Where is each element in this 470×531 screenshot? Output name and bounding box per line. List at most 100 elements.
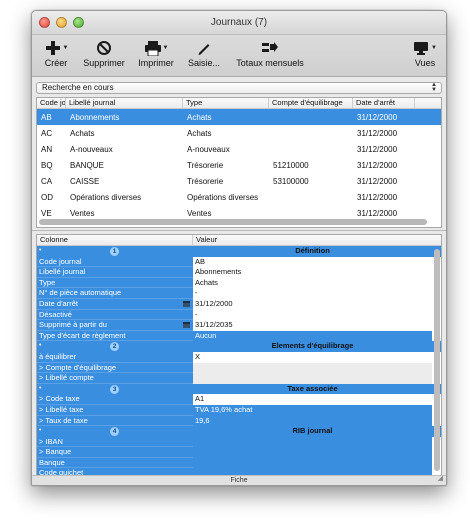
field-value[interactable]: Aucun bbox=[193, 330, 432, 342]
detail-row[interactable]: > Compte d'équilibrage bbox=[37, 362, 441, 374]
field-value[interactable]: X bbox=[193, 352, 432, 363]
detail-row[interactable]: > Code taxe A1 bbox=[37, 394, 441, 405]
entry-button[interactable]: Saisie... bbox=[184, 38, 224, 68]
delete-button[interactable]: Supprimer bbox=[80, 38, 128, 68]
cell-type: A-nouveaux bbox=[187, 144, 230, 154]
field-value[interactable]: Abonnements bbox=[193, 267, 432, 278]
cell-code: AC bbox=[41, 128, 53, 138]
detail-row[interactable]: > Taux de taxe 19,6 bbox=[37, 415, 441, 427]
vertical-scrollbar[interactable] bbox=[434, 249, 440, 471]
section-number-badge: 3 bbox=[110, 384, 119, 394]
field-name: Type bbox=[37, 277, 193, 289]
field-value[interactable]: 31/12/2000 bbox=[193, 299, 432, 310]
field-value[interactable]: - bbox=[193, 310, 432, 321]
field-name-label: à équilibrer bbox=[39, 351, 77, 361]
field-name: Libellé journal bbox=[37, 267, 193, 278]
detail-row[interactable]: Code journal AB bbox=[37, 256, 441, 268]
section-title: Taxe associée bbox=[193, 383, 432, 395]
cell-code: AB bbox=[41, 112, 52, 122]
detail-row[interactable]: Type Achats bbox=[37, 277, 441, 289]
section-header[interactable]: • 4 RIB journal bbox=[37, 426, 441, 437]
record-detail-table: Colonne Valeur • 1 Définition Code journal A… bbox=[36, 234, 442, 477]
column-header-label[interactable]: Libellé journal bbox=[66, 98, 183, 108]
search-filter-value: Recherche en cours bbox=[42, 83, 114, 92]
field-name-label: Supprimé à partir du bbox=[39, 320, 107, 330]
field-name: > Libellé taxe bbox=[37, 404, 193, 416]
horizontal-scrollbar[interactable] bbox=[39, 219, 427, 225]
field-name-label: N° de pièce automatique bbox=[39, 288, 122, 298]
field-name-label: Code journal bbox=[39, 256, 82, 266]
totals-icon bbox=[232, 38, 308, 58]
section-title: RIB journal bbox=[193, 426, 432, 437]
section-toggle[interactable]: • 1 bbox=[37, 246, 193, 257]
field-name-label: Type d'écart de règlement bbox=[39, 330, 126, 340]
field-value[interactable]: TVA 19,6% achat bbox=[193, 404, 432, 416]
section-header[interactable]: • 2 Elements d'équilibrage bbox=[37, 341, 441, 352]
detail-row[interactable]: > Libellé taxe TVA 19,6% achat bbox=[37, 404, 441, 416]
field-value[interactable]: Achats bbox=[193, 278, 432, 289]
field-name-label: Type bbox=[39, 277, 56, 287]
cell-label: A-nouveaux bbox=[70, 144, 113, 154]
section-toggle[interactable]: • 4 bbox=[37, 426, 193, 437]
no-entry-icon bbox=[80, 38, 128, 58]
field-value[interactable] bbox=[193, 457, 432, 469]
cell-type: Trésorerie bbox=[187, 176, 224, 186]
print-button[interactable]: ▼ Imprimer bbox=[136, 38, 176, 68]
table-row[interactable]: OD Opérations diverses Opérations diverses… bbox=[37, 189, 441, 205]
field-name-label: > Libellé taxe bbox=[39, 404, 84, 414]
views-button[interactable]: ▼ Vues bbox=[410, 38, 440, 68]
disclosure-icon: • bbox=[39, 247, 42, 254]
column-header-type[interactable]: Type bbox=[183, 98, 269, 108]
table-row[interactable]: AB Abonnements Achats 31/12/2000 bbox=[37, 109, 441, 125]
resize-grip-icon[interactable]: ◢ bbox=[438, 474, 443, 484]
table-row[interactable]: BQ BANQUE Trésorerie 51210000 31/12/2000 bbox=[37, 157, 441, 173]
detail-row[interactable]: Banque bbox=[37, 457, 441, 469]
cell-type: Ventes bbox=[187, 208, 212, 218]
field-value[interactable] bbox=[193, 447, 432, 458]
detail-row[interactable]: Date d'arrêt 31/12/2000 bbox=[37, 298, 441, 310]
table-row[interactable]: AC Achats Achats 31/12/2000 bbox=[37, 125, 441, 141]
detail-row[interactable]: Libellé journal Abonnements bbox=[37, 267, 441, 278]
section-header[interactable]: • 3 Taxe associée bbox=[37, 383, 441, 395]
cell-code: VE bbox=[41, 208, 52, 218]
field-value[interactable]: 31/12/2035 bbox=[193, 320, 432, 331]
create-button[interactable]: ▼ Créer bbox=[40, 38, 72, 68]
detail-row[interactable]: à équilibrer X bbox=[37, 351, 441, 363]
calendar-icon[interactable] bbox=[183, 322, 190, 329]
detail-table-body: • 1 Définition Code journal AB Libellé journa… bbox=[37, 246, 441, 476]
field-value[interactable]: A1 bbox=[193, 394, 432, 405]
field-value[interactable]: AB bbox=[193, 257, 432, 268]
column-header-balance-account[interactable]: Compte d'équilibrage bbox=[269, 98, 353, 108]
field-value[interactable] bbox=[193, 373, 432, 384]
field-value[interactable]: - bbox=[193, 288, 432, 299]
detail-row[interactable]: > Banque bbox=[37, 447, 441, 458]
monthly-totals-button[interactable]: Totaux mensuels bbox=[232, 38, 308, 68]
column-header-closing-date[interactable]: Date d'arrêt bbox=[353, 98, 415, 108]
column-header-code[interactable]: Code journal bbox=[37, 98, 66, 108]
section-toggle[interactable]: • 3 bbox=[37, 383, 193, 395]
title-bar: Journaux (7) bbox=[32, 11, 446, 35]
journals-table-body: AB Abonnements Achats 31/12/2000 AC Achats Ach… bbox=[37, 109, 441, 221]
field-name-label: > IBAN bbox=[39, 436, 63, 446]
section-header[interactable]: • 1 Définition bbox=[37, 246, 441, 257]
detail-row[interactable]: Type d'écart de règlement Aucun bbox=[37, 330, 441, 342]
calendar-icon[interactable] bbox=[183, 300, 190, 307]
field-name: Date d'arrêt bbox=[37, 298, 193, 310]
section-number-badge: 1 bbox=[110, 247, 119, 256]
cell-closing-date: 31/12/2000 bbox=[357, 208, 398, 218]
table-row[interactable]: AN A-nouveaux A-nouveaux 31/12/2000 bbox=[37, 141, 441, 157]
field-value[interactable] bbox=[193, 362, 432, 374]
section-toggle[interactable]: • 2 bbox=[37, 341, 193, 352]
cell-closing-date: 31/12/2000 bbox=[357, 128, 398, 138]
table-row[interactable]: CA CAISSE Trésorerie 53100000 31/12/2000 bbox=[37, 173, 441, 189]
search-filter-popup[interactable]: Recherche en cours ▲ ▼ bbox=[36, 82, 442, 94]
detail-row[interactable]: N° de pièce automatique - bbox=[37, 288, 441, 299]
detail-row[interactable]: > Libellé compte bbox=[37, 373, 441, 384]
detail-row[interactable]: Supprimé à partir du 31/12/2035 bbox=[37, 320, 441, 331]
detail-row[interactable]: Désactivé - bbox=[37, 309, 441, 321]
disclosure-icon: • bbox=[39, 384, 42, 392]
field-value[interactable]: 19,6 bbox=[193, 415, 432, 427]
field-value[interactable] bbox=[193, 436, 432, 448]
detail-row[interactable]: > IBAN bbox=[37, 436, 441, 448]
journals-table-header: Code journal Libellé journal Type Compte… bbox=[37, 98, 441, 109]
